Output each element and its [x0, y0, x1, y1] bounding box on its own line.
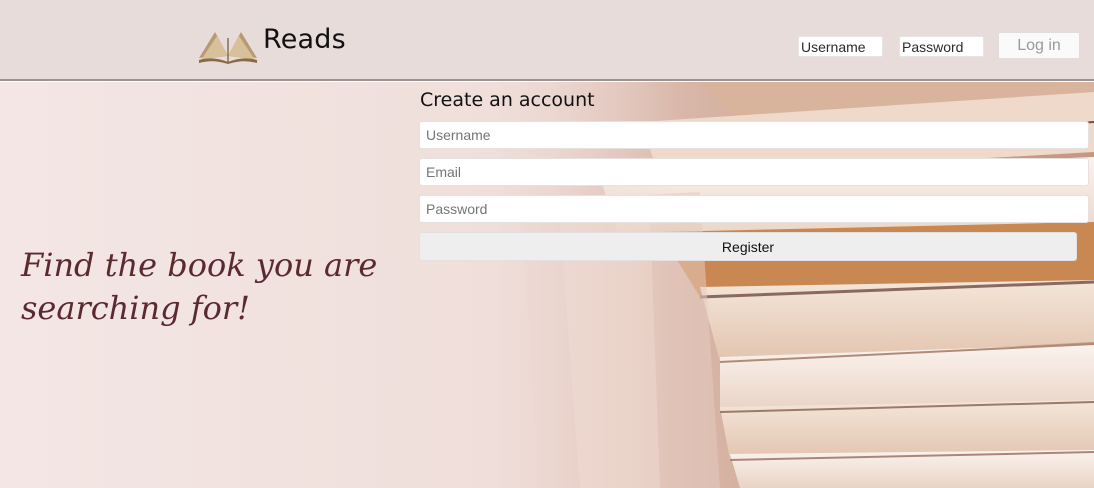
register-username-input[interactable] [419, 121, 1089, 149]
register-button[interactable]: Register [419, 232, 1077, 261]
top-header: Reads Log in [0, 0, 1094, 81]
header-password-input[interactable] [899, 36, 984, 57]
hero-tagline: Find the book you are searching for! [21, 246, 378, 327]
header-username-input[interactable] [798, 36, 883, 57]
register-password-input[interactable] [419, 195, 1089, 223]
hero-section: Find the book you are searching for! Cre… [0, 82, 1094, 488]
form-title: Create an account [420, 89, 595, 111]
login-button[interactable]: Log in [998, 32, 1080, 59]
brand-name: Reads [263, 24, 346, 55]
open-book-icon [199, 32, 257, 64]
register-email-input[interactable] [419, 158, 1089, 186]
